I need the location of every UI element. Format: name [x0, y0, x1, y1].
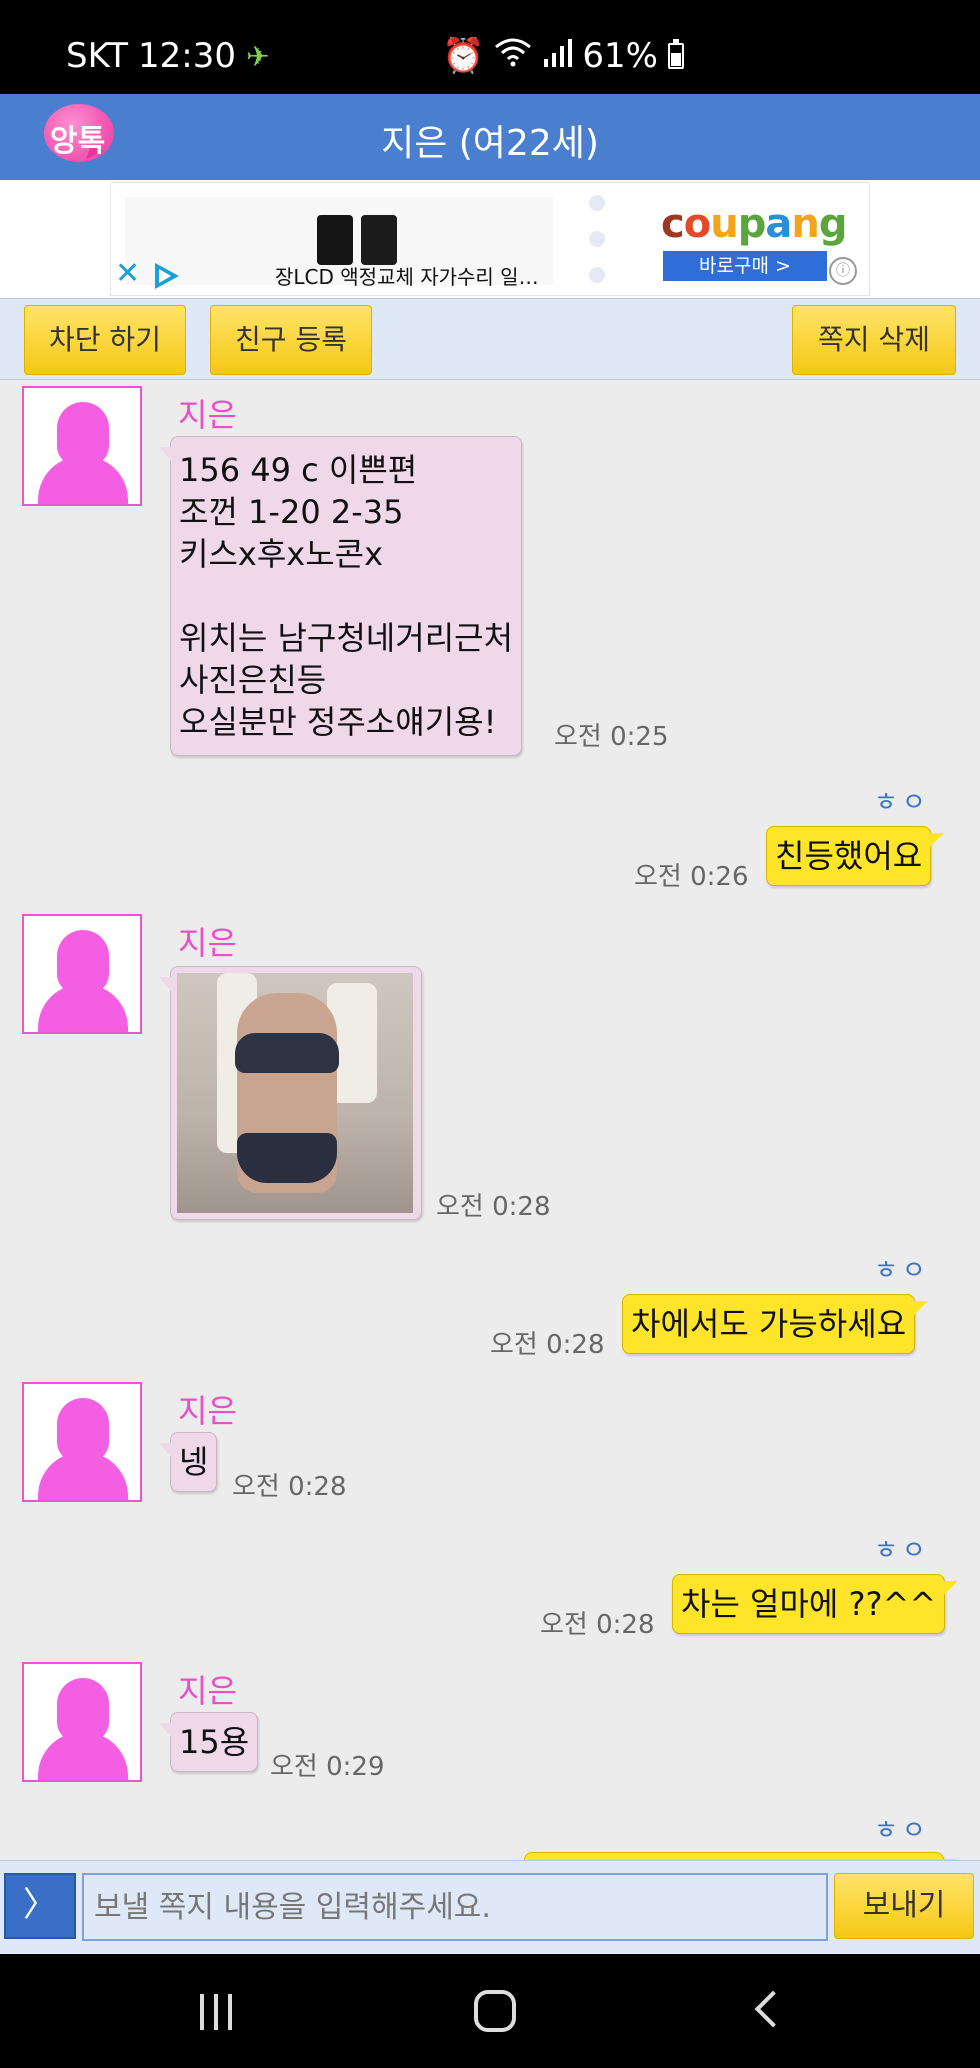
- photo-attachment[interactable]: [177, 973, 413, 1213]
- avatar[interactable]: [22, 1662, 142, 1782]
- ad-carousel-dots: [589, 195, 605, 303]
- incoming-photo-bubble[interactable]: [159, 966, 422, 1220]
- ad-phone-image: [361, 215, 397, 265]
- ad-play-icon[interactable]: [155, 263, 179, 289]
- read-indicator: ㅎㅇ: [874, 1816, 930, 1846]
- message-time: 오전 0:28: [232, 1472, 347, 1502]
- app-header: 앙톡 지은 (여22세): [0, 94, 980, 180]
- alarm-icon: ⏰: [442, 36, 485, 76]
- outgoing-message-bubble[interactable]: [524, 1852, 957, 1860]
- outgoing-message-bubble[interactable]: 차는 얼마에 ??^^: [672, 1574, 959, 1634]
- home-icon[interactable]: [474, 1990, 516, 2032]
- ad-banner[interactable]: 장LCD 액정교체 자가수리 일… ✕ coupang 바로구매 > ⓘ: [110, 182, 870, 296]
- ad-phone-image: [317, 215, 353, 265]
- send-button[interactable]: 보내기: [834, 1873, 974, 1939]
- ad-close-icon[interactable]: ✕: [115, 259, 140, 289]
- message-time: 오전 0:26: [634, 862, 749, 892]
- read-indicator: ㅎㅇ: [874, 788, 930, 818]
- message-time: 오전 0:28: [490, 1330, 605, 1360]
- delete-message-button[interactable]: 쪽지 삭제: [792, 305, 956, 375]
- incoming-message-bubble[interactable]: 넹: [158, 1432, 218, 1492]
- avatar[interactable]: [22, 386, 142, 506]
- avatar[interactable]: [22, 914, 142, 1034]
- status-bar: SKT 12:30 ✈ ⏰ 61%: [0, 0, 980, 94]
- ad-info-icon[interactable]: ⓘ: [829, 257, 857, 285]
- status-left: SKT 12:30 ✈: [66, 36, 269, 76]
- ad-brand-logo[interactable]: coupang: [661, 201, 847, 247]
- message-time: 오전 0:28: [436, 1192, 551, 1222]
- message-time: 오전 0:29: [270, 1752, 385, 1782]
- sender-name: 지은: [178, 924, 237, 962]
- block-button[interactable]: 차단 하기: [24, 305, 186, 375]
- incoming-message-bubble[interactable]: 15용: [158, 1712, 259, 1772]
- battery-icon: [667, 39, 684, 69]
- ad-text[interactable]: 장LCD 액정교체 자가수리 일…: [275, 261, 539, 290]
- ad-buy-button[interactable]: 바로구매 >: [663, 251, 827, 281]
- recent-apps-icon[interactable]: [200, 1994, 240, 2030]
- outgoing-message-bubble[interactable]: 차에서도 가능하세요: [622, 1294, 929, 1354]
- ad-banner-area: 장LCD 액정교체 자가수리 일… ✕ coupang 바로구매 > ⓘ: [0, 180, 980, 298]
- clock: 12:30: [138, 36, 236, 76]
- sender-name: 지은: [178, 1672, 237, 1710]
- signal-icon: [542, 36, 573, 76]
- chat-list[interactable]: 지은 156 49 c 이쁜편 조껀 1-20 2-35 키스x후x노콘x 위치…: [0, 380, 980, 1860]
- back-icon[interactable]: [754, 1990, 792, 2028]
- message-time: 오전 0:25: [554, 722, 669, 752]
- wifi-icon: [494, 36, 532, 76]
- battery-percent: 61%: [582, 36, 658, 76]
- system-nav-bar: [0, 1954, 980, 2068]
- message-time: 오전 0:28: [540, 1610, 655, 1640]
- message-input-bar: 〉 보내기: [0, 1860, 980, 1954]
- read-indicator: ㅎㅇ: [874, 1256, 930, 1286]
- read-indicator: ㅎㅇ: [874, 1536, 930, 1566]
- carrier-label: SKT: [66, 36, 129, 76]
- avatar[interactable]: [22, 1382, 142, 1502]
- sender-name: 지은: [178, 396, 237, 434]
- expand-menu-button[interactable]: 〉: [4, 1873, 76, 1939]
- incoming-message-bubble[interactable]: 156 49 c 이쁜편 조껀 1-20 2-35 키스x후x노콘x 위치는 남…: [158, 436, 523, 756]
- page-title: 지은 (여22세): [381, 123, 599, 164]
- add-friend-button[interactable]: 친구 등록: [210, 305, 372, 375]
- outgoing-message-bubble[interactable]: 친등했어요: [766, 826, 945, 886]
- sender-name: 지은: [178, 1392, 237, 1430]
- status-right: ⏰ 61%: [442, 36, 684, 76]
- action-bar: 차단 하기 친구 등록 쪽지 삭제: [0, 298, 980, 380]
- satellite-icon: ✈: [246, 39, 270, 73]
- message-input[interactable]: [82, 1873, 828, 1941]
